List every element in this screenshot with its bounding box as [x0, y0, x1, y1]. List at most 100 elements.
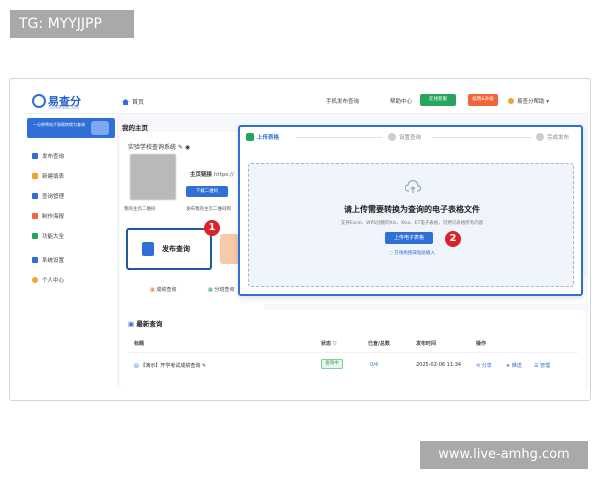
sidebar-item-label: 功能大全 [42, 234, 65, 240]
chat-icon: ◌ [389, 251, 393, 256]
check-icon [536, 133, 544, 141]
share-label: 分享 [481, 363, 492, 369]
sidebar-item-settings[interactable]: 系统设置 [32, 256, 64, 264]
sidebar-item-label: 查询管理 [42, 194, 65, 200]
watermark-bottom: www.live-amhg.com [420, 441, 588, 469]
step-upload[interactable]: 上传表格 [246, 133, 279, 141]
push-label: 推送 [511, 363, 522, 369]
col-title: 标题 [134, 341, 145, 347]
publish-homepage-label: 发布我的主页二维码和 [186, 207, 231, 212]
sidebar-item-label: 制作海报 [42, 214, 65, 220]
latest-title-text: 最新查询 [136, 320, 163, 328]
phone-query-link[interactable]: 手机发布查询 [326, 97, 359, 105]
avatar [508, 98, 514, 104]
sidebar-item-new-form[interactable]: 新建填表 [32, 172, 64, 180]
step-connector [432, 137, 532, 138]
sidebar-item-profile[interactable]: 个人中心 [32, 276, 64, 284]
publish-query-label: 发布查询 [162, 245, 190, 253]
banner-illustration-icon [91, 121, 109, 135]
quick-item-scores[interactable]: ▦ 成绩查询 [150, 286, 176, 293]
homepage-link-label: 主页链接 https:// [190, 170, 234, 178]
watermark-top: TG: MYYJJPP [10, 10, 134, 38]
sidebar-item-label: 个人中心 [42, 278, 65, 284]
step-label: 设置查询 [399, 135, 422, 141]
upload-dropzone[interactable]: 请上传需要转换为查询的电子表格文件 支持Excel、WPS创建的Xls、Xlsx… [248, 163, 574, 287]
sidebar-item-label: 发布查询 [42, 154, 65, 160]
cloud-upload-icon [405, 180, 421, 193]
school-name: 实验学校查询系统 ✎ ◉ [128, 142, 190, 151]
school-name-text: 实验学校查询系统 [128, 144, 177, 151]
qr-code [130, 154, 176, 200]
sidebar-item-manage[interactable]: 查询管理 [32, 192, 64, 200]
qr-label: 我的主页二维码 [124, 207, 156, 212]
homepage-url[interactable]: https:// [214, 172, 234, 178]
logo[interactable]: 易查分 YICHAFEN.COM [32, 94, 112, 110]
divider [128, 352, 578, 353]
logo-icon [32, 94, 46, 108]
publish-query-icon [142, 242, 154, 256]
col-time: 发布时间 [416, 341, 437, 347]
scores-icon: ▦ [150, 287, 155, 293]
sidebar-item-publish[interactable]: 发布查询 [32, 152, 64, 160]
download-qr-button[interactable]: 下载二维码 [186, 186, 228, 197]
sidebar-banner[interactable]: 一分钟将电子表格转换为查询 [27, 118, 115, 138]
sidebar-item-features[interactable]: 功能大全 [32, 232, 64, 240]
sidebar-item-poster[interactable]: 制作海报 [32, 212, 64, 220]
upload-subtext: 支持Excel、WPS创建的Xls、Xlsx、ET电子表格，可拷贝表格所有内容 [340, 221, 484, 226]
online-input-link[interactable]: ◌ 在线拖拽或粘贴输入 [389, 250, 435, 256]
eye-icon[interactable]: ◉ [185, 144, 190, 151]
home-label: 首页 [132, 99, 145, 106]
col-count: 已查/总数 [368, 341, 390, 347]
logo-sub: YICHAFEN.COM [48, 105, 79, 110]
share-action[interactable]: ⟲ 分享 [476, 362, 492, 369]
poster-icon [32, 213, 38, 219]
status-badge: 查询中 [321, 359, 343, 369]
top-bar: 易查分 YICHAFEN.COM 首页 手机发布查询 帮助中心 在线客服 续费&… [24, 88, 588, 114]
row-title[interactable]: ▤ 【演示】开学考试成绩查询 ✎ [134, 362, 206, 369]
online-link-label: 在线拖拽或粘贴输入 [394, 251, 435, 256]
latest-title: ▣ 最新查询 [128, 318, 162, 328]
user-menu[interactable]: 易查分帮助 ▾ [508, 97, 549, 105]
class-icon: ▦ [208, 287, 213, 293]
sidebar-item-label: 系统设置 [42, 258, 65, 264]
new-form-tile[interactable] [220, 234, 240, 264]
home-icon [122, 99, 129, 105]
manage-label: 管理 [540, 363, 551, 369]
list-icon: ▣ [128, 320, 135, 328]
user-menu-label: 易查分帮助 [517, 99, 545, 105]
edit-icon[interactable]: ✎ [178, 144, 183, 151]
homepage-link-text: 主页链接 [190, 172, 213, 178]
help-center-link[interactable]: 帮助中心 [390, 97, 412, 105]
push-action[interactable]: ➤ 推送 [506, 362, 522, 369]
home-link[interactable]: 首页 [122, 97, 144, 106]
upload-spreadsheet-button[interactable]: 上传电子表格 [385, 232, 433, 244]
settings-step-icon [388, 133, 396, 141]
manage-icon [32, 193, 38, 199]
page-title: 我的主页 [122, 124, 148, 132]
upload-heading: 请上传需要转换为查询的电子表格文件 [344, 205, 480, 214]
user-icon [32, 277, 38, 283]
step-connector [296, 137, 382, 138]
quick-item-class[interactable]: ▦ 分班查询 [208, 286, 234, 293]
online-service-button[interactable]: 在线客服 [420, 94, 456, 106]
upgrade-button[interactable]: 续费&升级 [468, 94, 498, 106]
row-count[interactable]: 0/4 [370, 362, 378, 368]
col-status[interactable]: 状态 ▽ [321, 340, 337, 347]
publish-query-tile[interactable]: 发布查询 [126, 228, 212, 270]
step-settings[interactable]: 设置查询 [388, 133, 421, 141]
gear-icon [32, 257, 38, 263]
stepper: 上传表格 设置查询 完成发布 [246, 133, 576, 145]
row-time: 2025-02-06 11:34 [416, 362, 462, 368]
step-complete[interactable]: 完成发布 [536, 133, 569, 141]
quick-item-label: 成绩查询 [156, 287, 177, 293]
manage-action[interactable]: ☰ 管理 [534, 362, 550, 369]
doc-icon: ▤ [134, 363, 139, 369]
step-badge-1: 1 [204, 220, 220, 236]
latest-queries: ▣ 最新查询 标题 状态 ▽ 已查/总数 发布时间 操作 ▤ 【演示】开学考试成… [120, 310, 586, 388]
form-icon [32, 173, 38, 179]
features-icon [32, 233, 38, 239]
upload-dialog: 上传表格 设置查询 完成发布 请上传需要转换为查询的电子表格文件 支持Excel… [238, 125, 583, 296]
step-label: 完成发布 [547, 135, 570, 141]
edit-icon[interactable]: ✎ [202, 363, 206, 369]
filter-icon[interactable]: ▽ [333, 341, 337, 347]
